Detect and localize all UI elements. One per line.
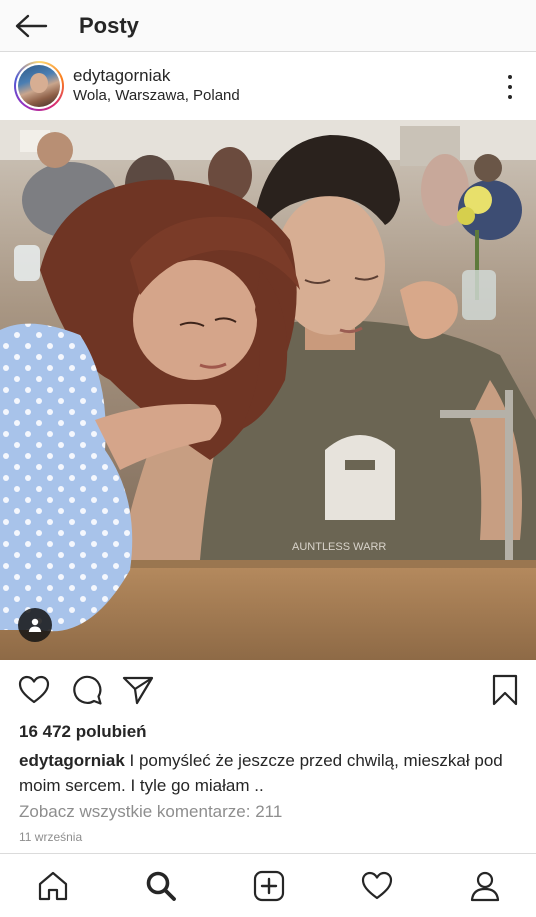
user-tag-icon <box>28 618 42 632</box>
dot-icon <box>508 75 512 79</box>
nav-home[interactable] <box>35 868 71 904</box>
comment-button[interactable] <box>70 673 104 707</box>
post-actions <box>0 668 536 714</box>
caption-username[interactable]: edytagorniak <box>19 751 125 770</box>
bottom-nav <box>0 853 536 917</box>
nav-add-post[interactable] <box>251 868 287 904</box>
post-author-meta: edytagorniak Wola, Warszawa, Poland <box>73 66 240 106</box>
post-date: 11 września <box>19 830 83 844</box>
add-post-icon <box>253 870 285 902</box>
tagged-users-button[interactable] <box>18 608 52 642</box>
likes-count[interactable]: 16 472 polubień <box>19 722 147 742</box>
heart-icon <box>18 675 50 704</box>
view-comments-link[interactable]: Zobacz wszystkie komentarze: 211 <box>19 802 282 822</box>
nav-profile[interactable] <box>467 868 503 904</box>
save-button[interactable] <box>488 673 522 707</box>
share-icon <box>122 676 154 705</box>
share-button[interactable] <box>121 673 155 707</box>
photo-illustration: AUNTLESS WARR <box>0 120 536 660</box>
post-photo[interactable]: AUNTLESS WARR <box>0 120 536 660</box>
bookmark-icon <box>492 674 518 706</box>
more-options-button[interactable] <box>506 75 514 99</box>
page-title: Posty <box>79 12 139 38</box>
activity-heart-icon <box>361 871 393 900</box>
shirt-text: AUNTLESS WARR <box>292 541 386 553</box>
post-caption: edytagorniak I pomyśleć że jeszcze przed… <box>19 748 519 798</box>
search-icon <box>146 871 176 901</box>
dot-icon <box>508 85 512 89</box>
nav-search[interactable] <box>143 868 179 904</box>
post-location[interactable]: Wola, Warszawa, Poland <box>73 86 240 106</box>
comment-icon <box>73 675 102 705</box>
nav-activity[interactable] <box>359 868 395 904</box>
story-ring[interactable] <box>14 61 64 111</box>
like-button[interactable] <box>17 673 51 707</box>
post-header: edytagorniak Wola, Warszawa, Poland <box>0 53 536 119</box>
home-icon <box>38 871 68 901</box>
back-button[interactable] <box>0 0 70 52</box>
post-username[interactable]: edytagorniak <box>73 66 240 86</box>
top-bar: Posty <box>0 0 536 52</box>
profile-icon <box>470 871 500 902</box>
arrow-left-icon <box>15 14 48 37</box>
dot-icon <box>508 95 512 99</box>
avatar <box>18 65 60 107</box>
